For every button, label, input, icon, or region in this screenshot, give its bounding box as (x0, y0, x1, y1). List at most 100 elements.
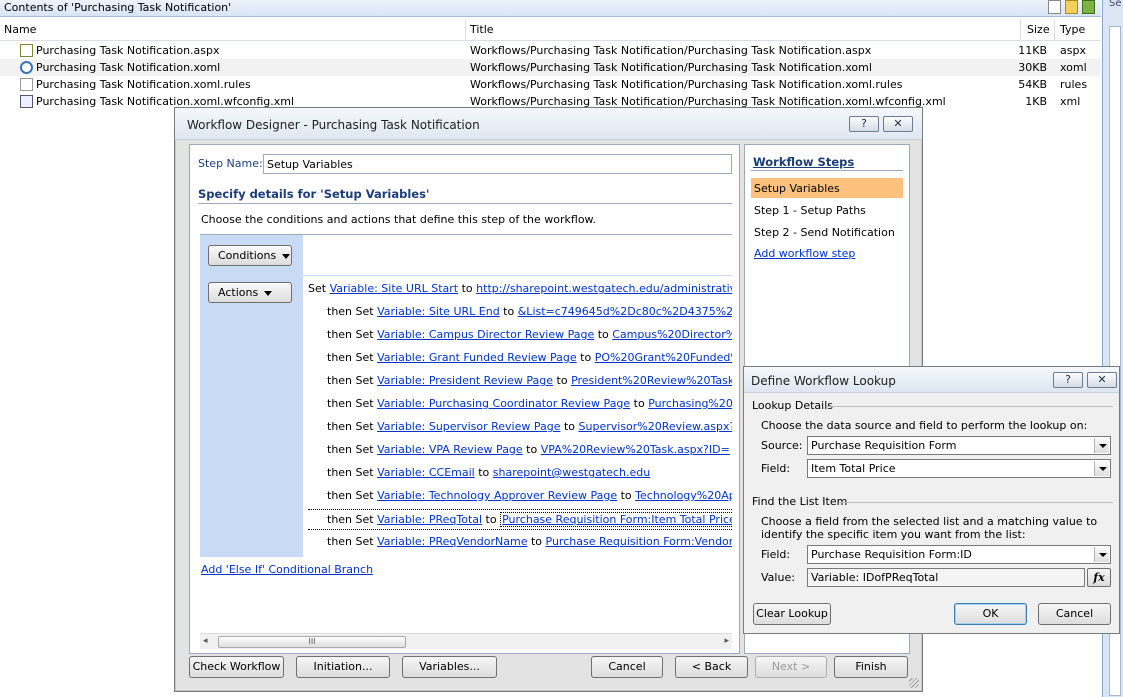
cancel-button[interactable]: Cancel (591, 656, 663, 678)
instructions-text: Choose the conditions and actions that d… (201, 213, 597, 226)
column-header-type[interactable]: Type (1060, 23, 1085, 36)
value-link[interactable]: PO%20Grant%20Funded%20Revi (595, 351, 732, 364)
variable-link[interactable]: Variable: President Review Page (377, 374, 553, 388)
column-header-name[interactable]: Name (4, 23, 36, 36)
file-row[interactable]: Purchasing Task Notification.aspx Workfl… (0, 42, 1101, 59)
horizontal-scrollbar[interactable]: ◂ III ▸ (200, 633, 732, 649)
scroll-right-icon[interactable]: ▸ (724, 636, 729, 646)
folder-contents-header: Contents of 'Purchasing Task Notificatio… (0, 0, 1101, 17)
value-link[interactable]: Purchase Requisition Form:Item Total Pri… (500, 512, 732, 527)
source-label: Source: (761, 439, 803, 452)
formula-fx-button[interactable]: fx (1087, 568, 1111, 587)
value-link[interactable]: sharepoint@westgatech.edu (493, 466, 650, 479)
value-link[interactable]: Purchasing%20Coordinat (648, 397, 732, 410)
value-link[interactable]: President%20Review%20Task.aspx?ID (571, 374, 732, 387)
chevron-down-icon[interactable] (1094, 461, 1109, 476)
field-select[interactable]: Item Total Price (807, 459, 1111, 478)
action-connector: to (458, 282, 477, 295)
action-row[interactable]: then Set Variable: Grant Funded Review P… (308, 348, 732, 369)
value-link[interactable]: Technology%20Approver% (635, 489, 732, 502)
value-link[interactable]: &List=c749645d%2Dc80c%2D4375%2Dbb52%2 (518, 305, 732, 318)
new-page-icon[interactable] (1048, 0, 1061, 14)
file-size: 11KB (1018, 44, 1047, 57)
value-link[interactable]: VPA%20Review%20Task.aspx?ID= (541, 443, 730, 456)
find-field-select[interactable]: Purchase Requisition Form:ID (807, 545, 1111, 564)
back-button[interactable]: < Back (675, 656, 748, 678)
variable-link[interactable]: Variable: PReqTotal (377, 513, 482, 527)
rule-editor: Conditions Actions Set Variable: Site UR… (200, 234, 732, 557)
check-workflow-button[interactable]: Check Workflow (189, 656, 284, 678)
file-row[interactable]: Purchasing Task Notification.xoml Workfl… (0, 59, 1101, 76)
finish-button[interactable]: Finish (834, 656, 908, 678)
variable-link[interactable]: Variable: Supervisor Review Page (377, 420, 560, 434)
action-row[interactable]: then Set Variable: Technology Approver R… (308, 486, 732, 507)
step-item-setup-variables[interactable]: Setup Variables (751, 178, 903, 198)
rule-side-panel: Conditions Actions (200, 235, 303, 557)
file-row[interactable]: Purchasing Task Notification.xoml.rules … (0, 76, 1101, 93)
source-select[interactable]: Purchase Requisition Form (807, 436, 1111, 455)
action-row[interactable]: then Set Variable: PReqTotal to Purchase… (308, 509, 732, 530)
action-row[interactable]: then Set Variable: President Review Page… (308, 371, 732, 392)
value-link[interactable]: Supervisor%20Review.aspx?ID= (579, 420, 732, 433)
value-link[interactable]: Campus%20Director%20Review (612, 328, 732, 341)
value-link[interactable]: Purchase Requisition Form:Vendor (546, 535, 732, 548)
action-connector: to (553, 374, 572, 387)
chevron-down-icon[interactable] (1094, 438, 1109, 453)
chevron-down-icon[interactable] (1094, 547, 1109, 562)
action-row[interactable]: then Set Variable: Purchasing Coordinato… (308, 394, 732, 415)
action-row[interactable]: then Set Variable: Site URL End to &List… (308, 302, 732, 323)
value-field[interactable]: Variable: IDofPReqTotal (807, 568, 1085, 587)
action-prefix: then Set (327, 466, 378, 479)
find-list-item-description: Choose a field from the selected list an… (761, 515, 1098, 541)
action-prefix: then Set (327, 397, 378, 410)
conditions-button[interactable]: Conditions (208, 245, 292, 266)
lookup-cancel-button[interactable]: Cancel (1038, 603, 1111, 625)
variable-link[interactable]: Variable: VPA Review Page (377, 443, 523, 457)
column-header-size[interactable]: Size (1027, 23, 1050, 36)
initiation-button[interactable]: Initiation... (296, 656, 390, 678)
action-connector: to (617, 489, 636, 502)
variable-link[interactable]: Variable: Site URL End (377, 305, 500, 319)
variable-link[interactable]: Variable: CCEmail (377, 466, 475, 480)
add-workflow-step-link[interactable]: Add workflow step (754, 247, 855, 260)
new-folder-icon[interactable] (1065, 0, 1078, 14)
action-row[interactable]: Set Variable: Site URL Start to http://s… (308, 279, 732, 300)
action-row[interactable]: then Set Variable: CCEmail to sharepoint… (308, 463, 732, 484)
designer-close-button[interactable]: ✕ (883, 116, 913, 132)
scroll-thumb[interactable]: III (218, 636, 406, 648)
designer-help-button[interactable]: ? (849, 116, 879, 132)
scroll-left-icon[interactable]: ◂ (203, 636, 208, 646)
step-name-label: Step Name: (198, 157, 263, 170)
value-label: Value: (761, 571, 795, 584)
variable-link[interactable]: Variable: PReqVendorName (377, 535, 527, 549)
value-link[interactable]: http://sharepoint.westgatech.edu/adminis… (476, 282, 732, 295)
lookup-help-button[interactable]: ? (1053, 372, 1083, 388)
action-row[interactable]: then Set Variable: PReqVendorName to Pur… (308, 532, 732, 553)
action-row[interactable]: then Set Variable: VPA Review Page to VP… (308, 440, 732, 461)
ok-button[interactable]: OK (954, 603, 1027, 625)
variable-link[interactable]: Variable: Technology Approver Review Pag… (377, 489, 617, 503)
variable-link[interactable]: Variable: Campus Director Review Page (377, 328, 594, 342)
clear-lookup-button[interactable]: Clear Lookup (753, 603, 831, 625)
step-name-input[interactable] (263, 154, 732, 174)
variables-button[interactable]: Variables... (402, 656, 497, 678)
variable-link[interactable]: Variable: Grant Funded Review Page (377, 351, 577, 365)
action-row[interactable]: then Set Variable: Supervisor Review Pag… (308, 417, 732, 438)
variable-link[interactable]: Variable: Site URL Start (330, 282, 459, 296)
action-list: Set Variable: Site URL Start to http://s… (308, 278, 732, 557)
step-item-send-notification[interactable]: Step 2 - Send Notification (751, 222, 903, 242)
file-size: 1KB (1025, 95, 1047, 108)
step-item-setup-paths[interactable]: Step 1 - Setup Paths (751, 200, 903, 220)
variable-link[interactable]: Variable: Purchasing Coordinator Review … (377, 397, 630, 411)
resize-grip[interactable] (909, 678, 919, 688)
field-label: Field: (761, 462, 791, 475)
lookup-title-bar[interactable]: Define Workflow Lookup ? ✕ (744, 367, 1119, 393)
up-folder-icon[interactable] (1082, 0, 1095, 14)
next-button[interactable]: Next > (755, 656, 827, 678)
actions-button[interactable]: Actions (208, 282, 292, 303)
designer-title-bar[interactable]: Workflow Designer - Purchasing Task Noti… (175, 108, 922, 140)
add-else-if-branch-link[interactable]: Add 'Else If' Conditional Branch (201, 563, 373, 576)
action-row[interactable]: then Set Variable: Campus Director Revie… (308, 325, 732, 346)
lookup-close-button[interactable]: ✕ (1087, 372, 1117, 388)
column-header-title[interactable]: Title (470, 23, 494, 36)
